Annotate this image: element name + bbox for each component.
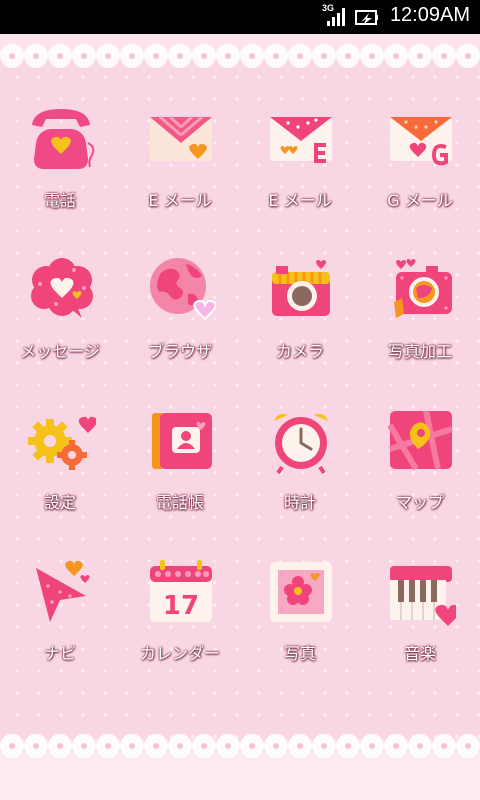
app-label: 音楽 <box>403 644 436 663</box>
app-label: ナビ <box>43 644 76 663</box>
app-music[interactable]: 音楽 <box>360 548 480 688</box>
app-email[interactable]: E メール <box>120 95 240 235</box>
pink-envelope-icon <box>150 115 212 161</box>
app-browser[interactable]: ブラウザ <box>120 246 240 386</box>
app-label: E メール <box>148 191 212 210</box>
photo-flower-icon <box>270 562 332 622</box>
app-label: E メール <box>268 191 332 210</box>
envelope-g-icon <box>390 117 452 166</box>
app-photos[interactable]: 写真 <box>240 548 360 688</box>
status-clock: 12:09AM <box>389 4 470 26</box>
app-calendar[interactable]: 17 カレンダー <box>120 548 240 688</box>
app-phone[interactable]: 電話 <box>0 95 120 235</box>
calendar-day: 17 <box>163 591 199 621</box>
app-settings[interactable]: 設定 <box>0 397 120 537</box>
lace-top-decoration <box>0 34 480 68</box>
app-label: 写真 <box>283 644 316 663</box>
app-camera[interactable]: カメラ <box>240 246 360 386</box>
calendar-icon: 17 <box>150 560 212 622</box>
app-label: カレンダー <box>139 644 220 663</box>
lace-bottom-decoration <box>0 734 480 800</box>
battery-icon <box>355 10 378 25</box>
envelope-e-icon <box>270 117 332 163</box>
navigation-arrow-icon <box>36 560 90 622</box>
globe-icon <box>150 258 216 321</box>
telephone-icon <box>32 109 95 169</box>
app-clock[interactable]: 時計 <box>240 397 360 537</box>
app-label: マップ <box>395 493 444 512</box>
photo-camera-edit-icon <box>394 259 452 318</box>
app-gmail[interactable]: G メール <box>360 95 480 235</box>
alarm-clock-icon <box>274 413 328 475</box>
app-label: 電話帳 <box>155 493 204 512</box>
piano-icon <box>390 566 456 626</box>
gears-icon <box>28 416 96 470</box>
app-label: 時計 <box>283 493 316 512</box>
app-map[interactable]: マップ <box>360 397 480 537</box>
app-contacts[interactable]: 電話帳 <box>120 397 240 537</box>
status-bar: 3G 12:09AM <box>0 0 480 34</box>
app-label: ブラウザ <box>147 342 212 361</box>
signal-icon <box>327 8 345 26</box>
app-label: カメラ <box>275 342 324 361</box>
app-label: 写真加工 <box>387 342 452 361</box>
address-book-icon <box>152 413 212 469</box>
camera-icon <box>272 260 330 316</box>
map-icon <box>387 410 453 471</box>
app-message[interactable]: メッセージ <box>0 246 120 386</box>
app-navi[interactable]: ナビ <box>0 548 120 688</box>
speech-bubble-icon <box>31 258 93 318</box>
app-label: 設定 <box>43 493 76 512</box>
app-photo-edit[interactable]: 写真加工 <box>360 246 480 386</box>
app-label: 電話 <box>43 191 76 210</box>
app-email-e[interactable]: E メール <box>240 95 360 235</box>
app-label: G メール <box>387 191 453 210</box>
app-label: メッセージ <box>20 342 100 361</box>
